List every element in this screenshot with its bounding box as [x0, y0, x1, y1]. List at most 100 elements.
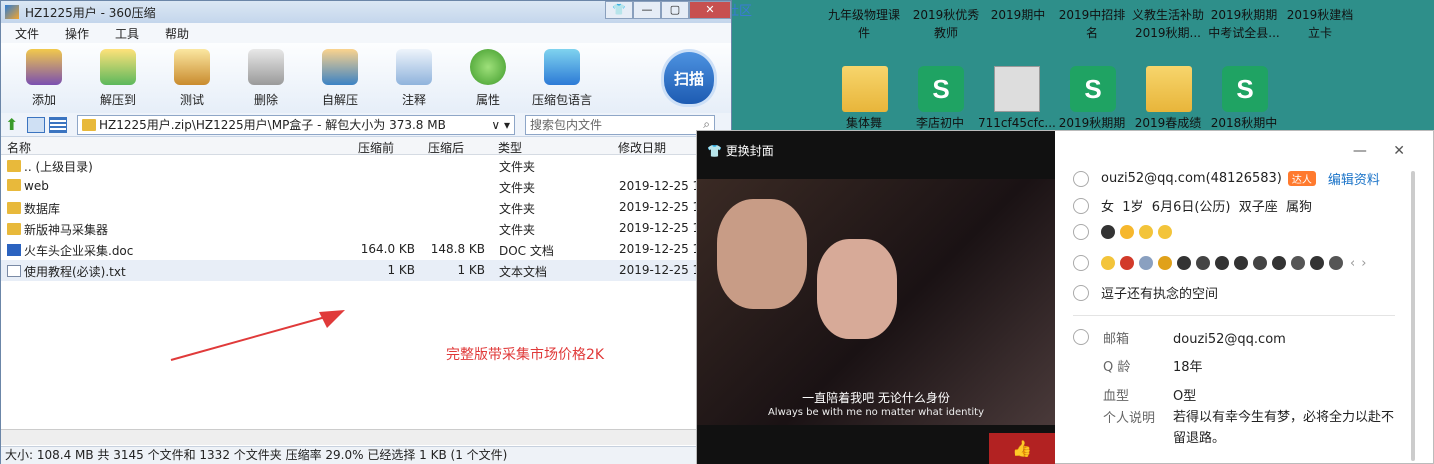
moon-icon[interactable]	[1158, 225, 1172, 239]
sun-icon[interactable]	[1120, 225, 1134, 239]
col-date[interactable]: 修改日期	[618, 139, 666, 156]
menu-tools[interactable]: 工具	[115, 25, 139, 42]
folder-icon	[7, 223, 21, 235]
service-icon[interactable]	[1329, 256, 1343, 270]
menu-operate[interactable]: 操作	[65, 25, 89, 42]
service-icon[interactable]	[1253, 256, 1267, 270]
address-bar: ⬆ HZ1225用户.zip\HZ1225用户\MP盒子 - 解包大小为 373…	[1, 113, 731, 137]
zip-window: HZ1225用户 - 360压缩 👕 — ▢ ✕ 文件 操作 工具 帮助 添加 …	[0, 0, 733, 464]
menu-file[interactable]: 文件	[15, 25, 39, 42]
service-icon[interactable]	[1234, 256, 1248, 270]
path-field[interactable]: HZ1225用户.zip\HZ1225用户\MP盒子 - 解包大小为 373.8…	[77, 114, 515, 135]
heart-icon[interactable]	[1215, 256, 1229, 270]
scan-button[interactable]: 扫描	[661, 49, 717, 107]
table-row[interactable]: 使用教程(必读).txt 1 KB 1 KB 文本文档 2019-12-25 1	[1, 260, 731, 281]
column-header: 名称 压缩前 压缩后 类型 修改日期	[1, 137, 731, 155]
table-row[interactable]: 新版神马采集器 文件夹 2019-12-25 1	[1, 218, 731, 239]
desktop-icon[interactable]: 2019期中	[980, 6, 1056, 24]
chevron-right-icon[interactable]: ›	[1361, 256, 1366, 271]
desktop-icon[interactable]: 义教生活补助2019秋期...	[1130, 6, 1206, 42]
properties-button[interactable]: 属性	[451, 43, 525, 113]
star-icon[interactable]	[1101, 256, 1115, 270]
minimize-button[interactable]: —	[1353, 143, 1367, 159]
signature: 逗子还有执念的空间	[1101, 287, 1219, 302]
delete-button[interactable]: 删除	[229, 43, 303, 113]
language-icon	[544, 49, 580, 85]
self-extract-button[interactable]: 自解压	[303, 43, 377, 113]
path-dropdown-icon[interactable]: ∨ ▾	[491, 118, 510, 132]
title-bar[interactable]: HZ1225用户 - 360压缩 👕 — ▢ ✕	[1, 1, 731, 23]
search-input[interactable]: 搜索包内文件 ⌕	[525, 114, 715, 135]
archive-language-button[interactable]: 压缩包语言	[525, 43, 599, 113]
folder-icon	[7, 179, 21, 191]
vertical-scrollbar[interactable]	[1411, 171, 1415, 461]
detail-qage: Q 龄 18年	[1103, 360, 1203, 375]
skin-button[interactable]: 👕	[605, 1, 633, 19]
service-icon[interactable]	[1177, 256, 1191, 270]
path-text: HZ1225用户.zip\HZ1225用户\MP盒子 - 解包大小为 373.8…	[99, 118, 446, 132]
close-button[interactable]: ✕	[1393, 143, 1405, 159]
toolbar: 添加 解压到 测试 删除 自解压 注释 属性 压缩包语言 扫描	[1, 43, 731, 113]
service-icon[interactable]	[1310, 256, 1324, 270]
close-button[interactable]: ✕	[689, 1, 731, 19]
extract-to-button[interactable]: 解压到	[81, 43, 155, 113]
table-row[interactable]: 数据库 文件夹 2019-12-25 1	[1, 197, 731, 218]
minimize-button[interactable]: —	[633, 1, 661, 19]
moon-icon[interactable]	[1139, 225, 1153, 239]
desktop-icon[interactable]: 2019中招排名	[1054, 6, 1130, 42]
add-button[interactable]: 添加	[7, 43, 81, 113]
table-row[interactable]: 火车头企业采集.doc 164.0 KB 148.8 KB DOC 文档 201…	[1, 239, 731, 260]
detail-description: 个人说明 若得以有幸今生有梦，必将全力以赴不留退路。	[1103, 410, 1395, 446]
wps-sheet-icon[interactable]: S	[1222, 66, 1268, 112]
chevron-left-icon[interactable]: ‹	[1350, 256, 1355, 271]
service-icon[interactable]	[1158, 256, 1172, 270]
wps-sheet-icon[interactable]: S	[918, 66, 964, 112]
up-arrow-icon[interactable]: ⬆	[5, 116, 23, 133]
photo-subtitle: 一直陪着我吧 无论什么身份	[802, 391, 950, 405]
horizontal-scrollbar[interactable]	[1, 429, 701, 445]
change-cover-button[interactable]: 👕 更换封面	[697, 131, 1055, 167]
list-view-icon[interactable]	[49, 116, 67, 133]
mail-icon[interactable]	[1139, 256, 1153, 270]
wps-sheet-icon[interactable]: S	[1070, 66, 1116, 112]
archive-icon	[82, 118, 96, 131]
annotation-text: 完整版带采集市场价格2K	[446, 347, 605, 363]
col-after[interactable]: 压缩后	[428, 139, 464, 156]
folder-icon[interactable]	[842, 66, 888, 112]
menu-help[interactable]: 帮助	[165, 25, 189, 42]
maximize-button[interactable]: ▢	[661, 1, 689, 19]
service-icon[interactable]	[1272, 256, 1286, 270]
detail-email: 邮箱 douzi52@qq.com	[1103, 332, 1286, 347]
extract-icon	[100, 49, 136, 85]
thumbnail-view-icon[interactable]	[27, 116, 45, 133]
crown-icon[interactable]	[1101, 225, 1115, 239]
status-bar: 大小: 108.4 MB 共 3145 个文件和 1332 个文件夹 压缩率 2…	[1, 446, 733, 464]
table-row[interactable]: .. (上级目录) 文件夹	[1, 155, 731, 176]
service-icon[interactable]	[1196, 256, 1210, 270]
bell-icon	[1073, 170, 1089, 187]
col-name[interactable]: 名称	[7, 139, 31, 156]
desktop-icon[interactable]: 2019秋建档立卡	[1282, 6, 1358, 42]
desktop-icon[interactable]: 2019秋优秀教师	[908, 6, 984, 42]
comment-button[interactable]: 注释	[377, 43, 451, 113]
col-type[interactable]: 类型	[498, 139, 522, 156]
table-row[interactable]: web 文件夹 2019-12-25 1	[1, 176, 731, 197]
window-title: HZ1225用户 - 360压缩	[25, 5, 156, 20]
diamond-icon[interactable]	[1291, 256, 1305, 270]
service-icon[interactable]	[1120, 256, 1134, 270]
card-controls: — ✕	[1353, 143, 1405, 159]
daren-badge: 达人	[1287, 171, 1316, 186]
divider	[1073, 315, 1395, 316]
level-icon	[1073, 224, 1089, 240]
desktop-icon[interactable]: 九年级物理课件	[826, 6, 902, 42]
word-doc-icon	[7, 244, 21, 256]
test-button[interactable]: 测试	[155, 43, 229, 113]
image-file-icon[interactable]	[994, 66, 1040, 112]
folder-icon[interactable]	[1146, 66, 1192, 112]
person-figure	[717, 199, 807, 309]
col-before[interactable]: 压缩前	[358, 139, 394, 156]
like-button[interactable]: 👍	[989, 433, 1055, 464]
desktop-icon[interactable]: 2019秋期期中考试全县...	[1206, 6, 1282, 42]
profile-info: — ✕ ouzi52@qq.com(48126583) 达人 编辑资料 女 1岁…	[1073, 131, 1434, 464]
edit-profile-link[interactable]: 编辑资料	[1328, 169, 1380, 188]
